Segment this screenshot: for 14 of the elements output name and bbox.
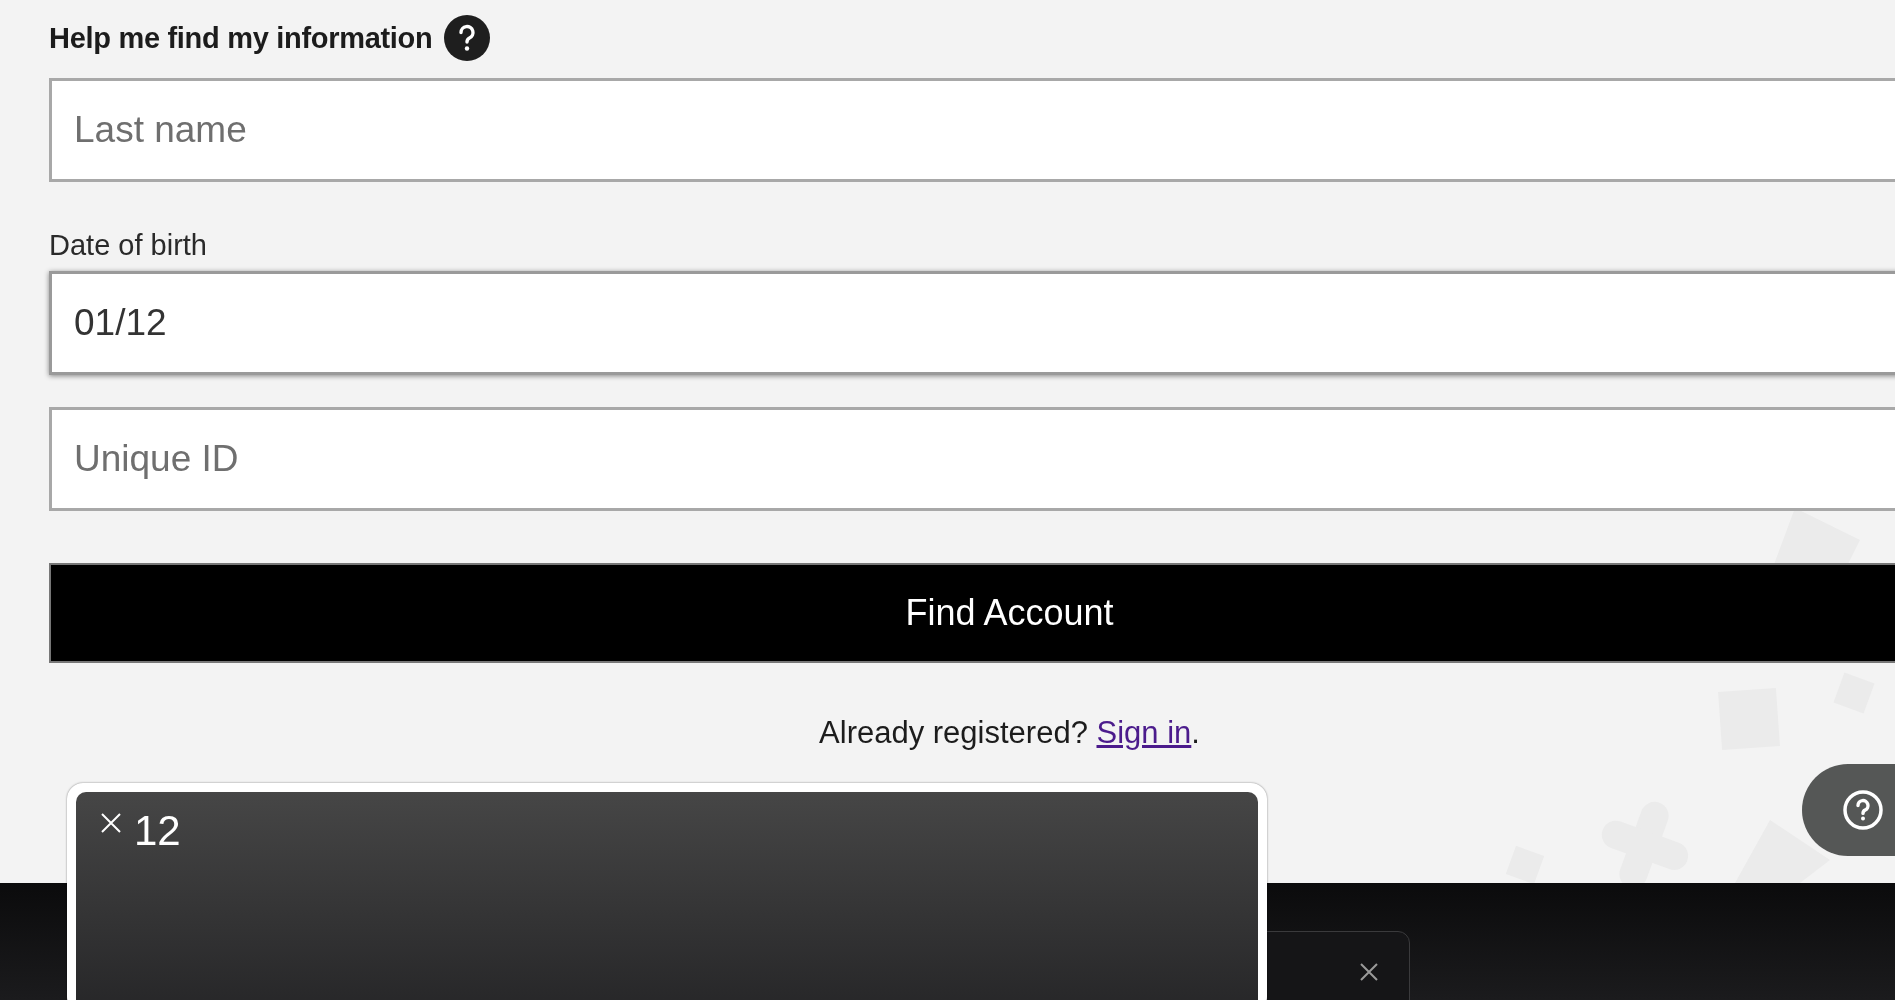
sign-in-link[interactable]: Sign in: [1096, 715, 1192, 751]
suggestion-text[interactable]: 12: [134, 810, 181, 852]
help-button[interactable]: [1802, 764, 1895, 856]
signin-period: .: [1191, 715, 1200, 751]
field-label: Date of birth: [49, 229, 208, 262]
section-heading: Help me find my information: [49, 21, 433, 55]
text-field[interactable]: 01/12: [49, 271, 1895, 375]
signin-prompt: Already registered?: [819, 715, 1089, 751]
help-icon[interactable]: [444, 15, 491, 61]
find-account-button[interactable]: Find Account: [49, 563, 1895, 663]
text-field[interactable]: Unique ID: [49, 407, 1895, 511]
text-field[interactable]: Last name: [49, 78, 1895, 182]
close-icon[interactable]: [1359, 962, 1379, 982]
help-icon: [1841, 788, 1885, 832]
